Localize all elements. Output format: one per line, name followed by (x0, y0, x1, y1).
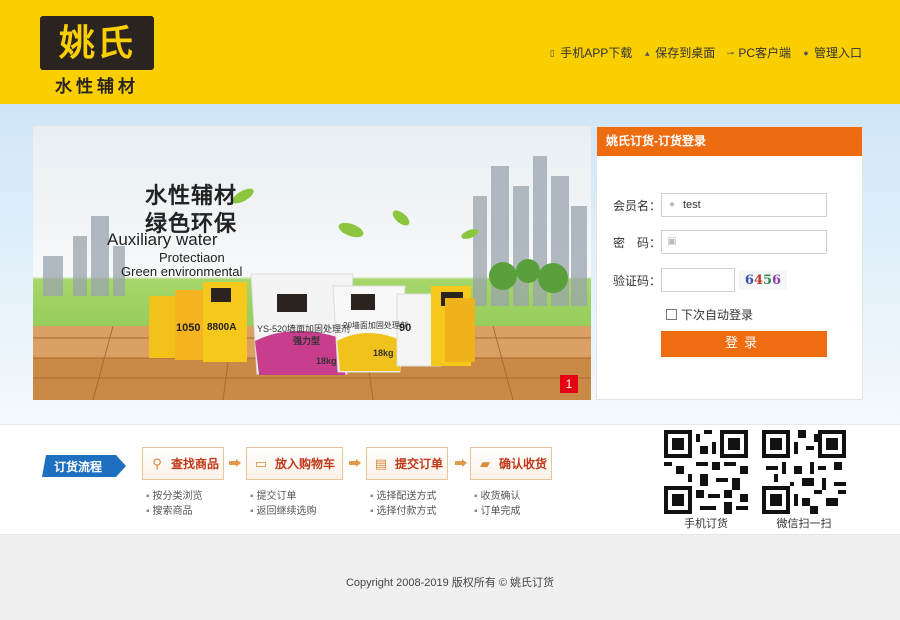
password-row: 密 码： ▣ (597, 230, 827, 254)
step-4-label: 确认收货 (499, 457, 548, 471)
logo-mark-text: 姚氏 (58, 22, 135, 64)
top-links: ▯ 手机APP下载 ▴ 保存到桌面 ⊸ PC客户端 ● 管理入口 (547, 44, 862, 61)
app-download-label: 手机APP下载 (560, 46, 633, 60)
arrow-icon (349, 459, 361, 467)
captcha-row: 验证码： 6 4 5 6 (597, 268, 787, 292)
step-3-sub-1[interactable]: ▪ 选择配送方式 (370, 487, 437, 502)
password-input[interactable]: ▣ (661, 230, 827, 254)
document-icon: ▤ (374, 455, 388, 471)
desktop-icon: ▴ (645, 47, 650, 58)
lock-icon: ▣ (667, 236, 677, 247)
username-label: 会员名： (612, 198, 661, 213)
app-download-link[interactable]: ▯ 手机APP下载 (547, 44, 633, 61)
captcha-char-4: 6 (772, 272, 782, 288)
step-1-sub-1[interactable]: ▪ 按分类浏览 (146, 487, 203, 502)
step-add-to-cart[interactable]: ▭ 放入购物车 (246, 447, 343, 480)
auto-login-checkbox[interactable] (666, 309, 677, 320)
slide-indicator[interactable]: 1 (560, 375, 578, 393)
auto-login-row: 下次自动登录 (666, 306, 753, 323)
banner-artwork (33, 156, 591, 400)
captcha-char-2: 4 (753, 272, 763, 288)
step-4-sub-2[interactable]: ▪ 订单完成 (474, 502, 521, 517)
captcha-char-1: 6 (744, 272, 754, 288)
auto-login-label: 下次自动登录 (681, 308, 754, 322)
login-title: 姚氏订货-订货登录 (597, 127, 862, 156)
arrow-icon (455, 459, 467, 467)
captcha-char-3: 5 (763, 272, 773, 288)
step-1-sub-2[interactable]: ▪ 搜索商品 (146, 502, 193, 517)
captcha-input[interactable] (661, 268, 735, 292)
pc-client-label: PC客户端 (738, 46, 791, 60)
step-2-sub-2[interactable]: ▪ 返回继续选购 (250, 502, 317, 517)
step-confirm-receipt[interactable]: ▰ 确认收货 (470, 447, 552, 480)
product-weight-2: 18kg (373, 348, 394, 358)
step-4-sub-1[interactable]: ▪ 收货确认 (474, 487, 521, 502)
truck-icon: ▰ (480, 455, 490, 471)
brand-logo[interactable]: 姚氏 水性辅材 (40, 16, 154, 97)
promo-banner[interactable]: 水性辅材 绿色环保 Auxiliary water Protectiaon Gr… (33, 126, 591, 400)
admin-entry-label: 管理入口 (813, 46, 862, 60)
process-tag: 订货流程 (42, 455, 126, 477)
pc-client-link[interactable]: ⊸ PC客户端 (725, 44, 791, 61)
logo-subtitle: 水性辅材 (55, 77, 139, 97)
process-tag-label: 订货流程 (54, 460, 103, 474)
user-icon: ● (803, 47, 809, 58)
step-submit-order[interactable]: ▤ 提交订单 (366, 447, 448, 480)
qr-code-mobile (664, 430, 748, 514)
banner-english-line3: Green environmental (121, 264, 243, 279)
phone-icon: ▯ (549, 47, 555, 58)
save-desktop-link[interactable]: ▴ 保存到桌面 (642, 44, 715, 61)
step-2-sub-1[interactable]: ▪ 提交订单 (250, 487, 297, 502)
save-desktop-label: 保存到桌面 (655, 46, 716, 60)
bag-code-1: 1050 (176, 322, 201, 334)
step-2-label: 放入购物车 (275, 457, 336, 471)
username-input[interactable]: ● test (661, 193, 827, 217)
banner-english-line2: Protectiaon (159, 250, 225, 265)
arrow-icon (229, 459, 241, 467)
qr-code-wechat (762, 430, 846, 514)
key-icon: ⊸ (726, 47, 735, 58)
product-badge: 强力型 (293, 336, 321, 346)
login-button[interactable]: 登录 (661, 331, 827, 357)
user-icon: ● (668, 199, 676, 210)
banner-english-line1: Auxiliary water (107, 230, 218, 249)
bag-code-3: 90 (399, 322, 412, 334)
login-panel: 姚氏订货-订货登录 会员名： ● test 密 码： ▣ 验证码： 6 4 5 … (596, 126, 863, 400)
cart-icon: ▭ (254, 455, 268, 471)
admin-entry-link[interactable]: ● 管理入口 (801, 44, 862, 61)
product-weight-1: 18kg (316, 356, 337, 366)
qr-wechat-label: 微信扫一扫 (776, 518, 832, 530)
footer-copyright: Copyright 2008-2019 版权所有 © 姚氏订货 (345, 577, 554, 589)
bag-code-2: 8800A (207, 322, 237, 333)
step-find-product[interactable]: ⚲ 查找商品 (142, 447, 224, 480)
username-row: 会员名： ● test (597, 193, 827, 217)
search-icon: ⚲ (152, 455, 162, 471)
step-3-sub-2[interactable]: ▪ 选择付款方式 (370, 502, 437, 517)
captcha-label: 验证码： (612, 273, 661, 288)
step-1-label: 查找商品 (171, 457, 220, 471)
qr-mobile-label: 手机订货 (684, 518, 728, 530)
password-label: 密 码： (612, 235, 661, 250)
username-value: test (683, 199, 701, 211)
captcha-image[interactable]: 6 4 5 6 (739, 270, 787, 290)
header: 姚氏 水性辅材 ▯ 手机APP下载 ▴ 保存到桌面 ⊸ PC客户端 ● 管理入口 (0, 0, 900, 104)
order-process: 订货流程 ⚲ 查找商品 ▭ 放入购物车 ▤ 提交订单 ▰ 确认收货 ▪ 按分类浏览… (0, 424, 900, 535)
step-3-label: 提交订单 (395, 457, 444, 471)
